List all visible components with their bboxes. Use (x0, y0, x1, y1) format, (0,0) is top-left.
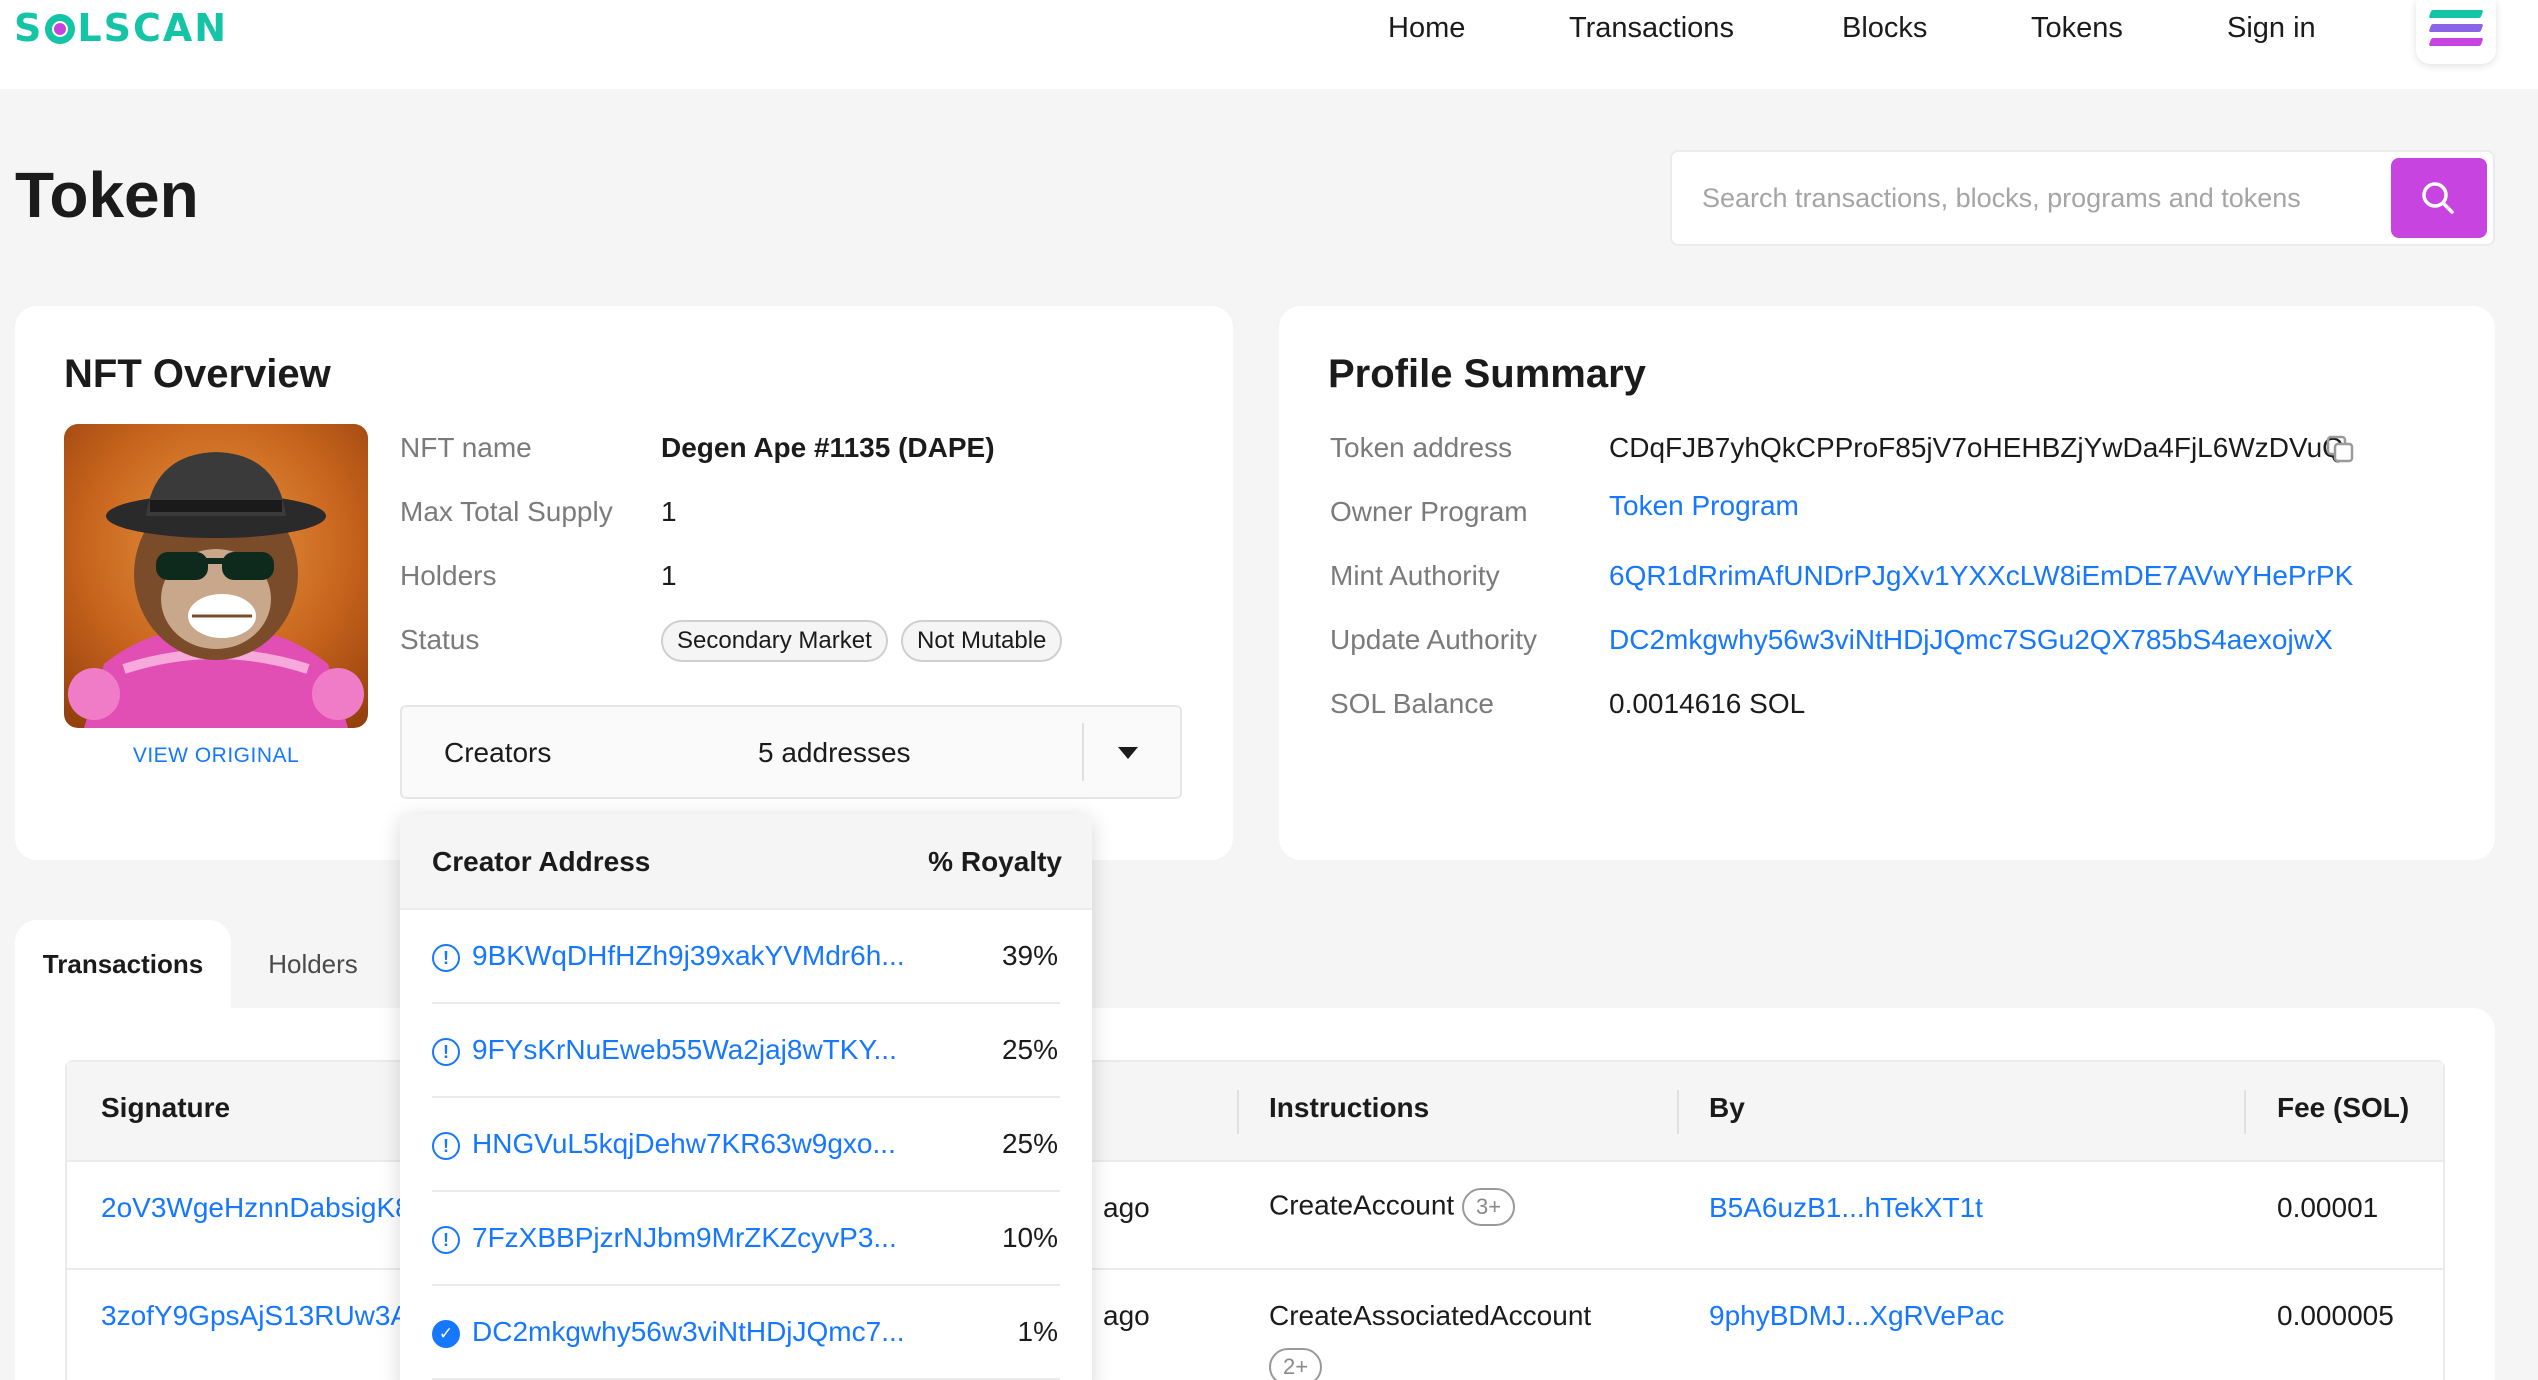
by-address-link[interactable]: B5A6uzB1...hTekXT1t (1709, 1192, 1983, 1224)
creator-royalty: 1% (1017, 1316, 1058, 1347)
nft-overview-title: NFT Overview (64, 352, 331, 396)
page-title: Token (15, 159, 199, 231)
column-separator (1237, 1090, 1239, 1134)
ape-illustration (68, 452, 364, 728)
mint-authority-label: Mint Authority (1330, 560, 1500, 591)
logo-o-icon (45, 14, 76, 44)
column-fee: Fee (SOL) (2277, 1092, 2410, 1123)
owner-program-label: Owner Program (1330, 496, 1528, 527)
max-supply-label: Max Total Supply (400, 496, 613, 527)
holders-label: Holders (400, 560, 497, 591)
verified-check-icon: ✓ (432, 1320, 460, 1348)
status-badge-not-mutable: Not Mutable (901, 620, 1063, 662)
column-creator-address: Creator Address (432, 846, 651, 877)
sol-balance-label: SOL Balance (1330, 688, 1494, 719)
creator-royalty: 10% (1001, 1222, 1058, 1253)
unverified-info-icon: ! (432, 1038, 460, 1066)
column-signature: Signature (101, 1092, 231, 1123)
solscan-logo[interactable]: S LSCAN (14, 8, 228, 48)
creator-address-link[interactable]: 9BKWqDHfHZh9j39xakYVMdr6h... (472, 940, 905, 972)
update-authority-link[interactable]: DC2mkgwhy56w3viNtHDjJQmc7SGu2QX785bS4aex… (1609, 624, 2333, 656)
update-authority-label: Update Authority (1330, 624, 1538, 655)
unverified-info-icon: ! (432, 1132, 460, 1160)
nav-blocks[interactable]: Blocks (1842, 8, 1927, 48)
instruction-count-badge[interactable]: 2+ (1269, 1348, 1323, 1380)
nft-image[interactable] (64, 424, 368, 728)
solana-menu-icon[interactable] (2416, 0, 2496, 64)
instruction-cell: CreateAccount 3+ (1269, 1188, 1516, 1226)
tab-transactions[interactable]: Transactions (15, 920, 231, 1008)
creators-divider (1082, 723, 1084, 781)
signature-link[interactable]: 3zofY9GpsAjS13RUw3A (101, 1300, 409, 1332)
time-ago: ago (1103, 1300, 1150, 1331)
fee-value: 0.00001 (2277, 1192, 2379, 1223)
nav-tokens[interactable]: Tokens (2031, 8, 2123, 48)
search-bar (1670, 150, 2495, 246)
unverified-info-icon: ! (432, 1226, 460, 1254)
creator-address-link[interactable]: 9FYsKrNuEweb55Wa2jaj8wTKY... (472, 1034, 897, 1066)
instruction-name: CreateAccount (1269, 1189, 1455, 1221)
signature-link[interactable]: 2oV3WgeHznnDabsigK8 (101, 1192, 411, 1224)
holders-value: 1 (661, 560, 677, 591)
copy-icon[interactable] (2325, 434, 2357, 466)
creators-summary: 5 addresses (758, 737, 911, 768)
nft-name-label: NFT name (400, 432, 532, 463)
max-supply-value: 1 (661, 496, 677, 527)
column-by: By (1709, 1092, 1745, 1123)
creators-table-header: Creator Address % Royalty (400, 814, 1092, 910)
unverified-info-icon: ! (432, 944, 460, 972)
creator-royalty: 25% (1001, 1128, 1058, 1159)
creator-row: ! 9BKWqDHfHZh9j39xakYVMdr6h... 39% (432, 910, 1060, 1004)
profile-summary-title: Profile Summary (1328, 352, 1646, 396)
nav-transactions[interactable]: Transactions (1569, 8, 1734, 48)
fee-value: 0.000005 (2277, 1300, 2394, 1331)
token-address-value: CDqFJB7yhQkCPProF85jV7oHEHBZjYwDa4FjL6Wz… (1609, 432, 2344, 463)
search-button[interactable] (2391, 158, 2487, 238)
creator-address-link[interactable]: DC2mkgwhy56w3viNtHDjJQmc7... (472, 1316, 905, 1348)
creator-row: ! HNGVuL5kqjDehw7KR63w9gxo... 25% (432, 1098, 1060, 1192)
caret-down-icon[interactable] (1118, 747, 1138, 759)
column-separator (1677, 1090, 1679, 1134)
top-header: S LSCAN Home Transactions Blocks Tokens S… (0, 0, 2538, 89)
search-icon (2422, 182, 2454, 214)
nav-sign-in[interactable]: Sign in (2227, 8, 2316, 48)
creators-dropdown-menu: Creator Address % Royalty ! 9BKWqDHfHZh9… (400, 814, 1092, 1380)
owner-program-link[interactable]: Token Program (1609, 490, 1799, 522)
by-address-link[interactable]: 9phyBDMJ...XgRVePac (1709, 1300, 2004, 1332)
column-royalty: % Royalty (928, 846, 1062, 877)
view-original-link[interactable]: VIEW ORIGINAL (64, 744, 368, 768)
column-instructions: Instructions (1269, 1092, 1430, 1123)
token-address-label: Token address (1330, 432, 1513, 463)
creators-dropdown-toggle[interactable]: Creators 5 addresses (400, 705, 1182, 799)
creator-royalty: 39% (1001, 940, 1058, 971)
creator-row: ✓ DC2mkgwhy56w3viNtHDjJQmc7... 1% (432, 1286, 1060, 1380)
status-label: Status (400, 624, 480, 655)
nav-home[interactable]: Home (1388, 8, 1465, 48)
search-input[interactable] (1674, 154, 2394, 242)
creator-row: ! 9FYsKrNuEweb55Wa2jaj8wTKY... 25% (432, 1004, 1060, 1098)
creator-address-link[interactable]: 7FzXBBPjzrNJbm9MrZKZcyvP3... (472, 1222, 897, 1254)
column-separator (2244, 1090, 2246, 1134)
status-badge-secondary-market: Secondary Market (661, 620, 888, 662)
instruction-name: CreateAssociatedAccount (1269, 1300, 1592, 1331)
creator-row: ! 7FzXBBPjzrNJbm9MrZKZcyvP3... 10% (432, 1192, 1060, 1286)
nft-name-value: Degen Ape #1135 (DAPE) (661, 432, 995, 463)
creator-royalty: 25% (1001, 1034, 1058, 1065)
tab-holders[interactable]: Holders (231, 920, 395, 1008)
instruction-count-badge[interactable]: 3+ (1462, 1188, 1516, 1226)
time-ago: ago (1103, 1192, 1150, 1223)
mint-authority-link[interactable]: 6QR1dRrimAfUNDrPJgXv1YXXcLW8iEmDE7AVwYHe… (1609, 560, 2353, 592)
instruction-count-badge-wrap: 2+ (1269, 1348, 1323, 1380)
creators-label: Creators (444, 737, 552, 768)
creator-address-link[interactable]: HNGVuL5kqjDehw7KR63w9gxo... (472, 1128, 896, 1160)
sol-balance-value: 0.0014616 SOL (1609, 688, 1806, 719)
